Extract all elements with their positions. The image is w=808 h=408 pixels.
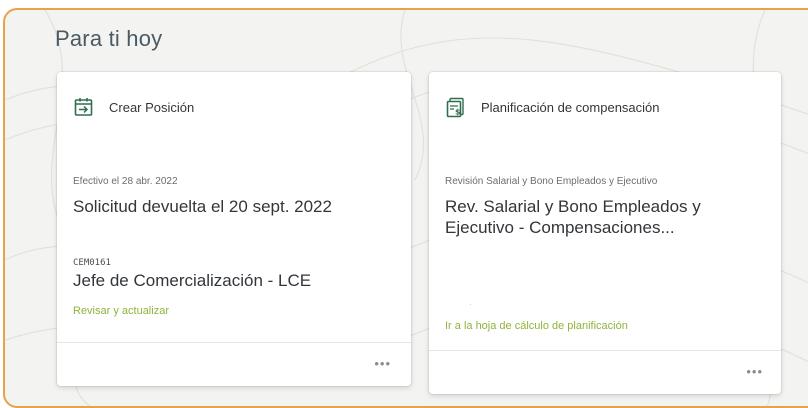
card-footer-divider xyxy=(57,342,411,343)
open-planning-sheet-link[interactable]: Ir a la hoja de cálculo de planificación xyxy=(445,320,628,332)
card-title: Planificación de compensación xyxy=(481,99,660,115)
todo-section-frame: Para ti hoy Crear Posición Efectivo el 2… xyxy=(3,8,808,408)
plan-title: Rev. Salarial y Bono Empleados y Ejecuti… xyxy=(445,197,701,237)
compensation-planning-card[interactable]: $ Planificación de compensación Revisión… xyxy=(429,72,781,394)
position-title: Jefe de Comercialización - LCE xyxy=(73,271,312,290)
section-title: Para ti hoy xyxy=(55,26,163,51)
svg-text:$: $ xyxy=(455,108,461,117)
card-title: Crear Posición xyxy=(109,99,195,115)
card-header: Crear Posición xyxy=(73,96,194,118)
request-status-text: Solicitud devuelta el 20 sept. 2022 xyxy=(73,197,332,216)
compensation-sheet-icon: $ xyxy=(445,96,467,118)
calendar-arrow-icon xyxy=(73,96,95,118)
card-footer-divider xyxy=(429,350,781,351)
position-code: CEM0161 xyxy=(73,258,111,268)
create-position-card[interactable]: Crear Posición Efectivo el 28 abr. 2022 … xyxy=(57,72,411,386)
card-header: $ Planificación de compensación xyxy=(445,96,660,118)
effective-date-label: Efectivo el 28 abr. 2022 xyxy=(73,176,178,187)
more-options-button[interactable]: ••• xyxy=(374,356,391,371)
dot-marker: · xyxy=(469,300,472,309)
review-update-link[interactable]: Revisar y actualizar xyxy=(73,305,169,317)
more-options-button[interactable]: ••• xyxy=(746,364,763,379)
cycle-subtitle: Revisión Salarial y Bono Empleados y Eje… xyxy=(445,176,658,187)
